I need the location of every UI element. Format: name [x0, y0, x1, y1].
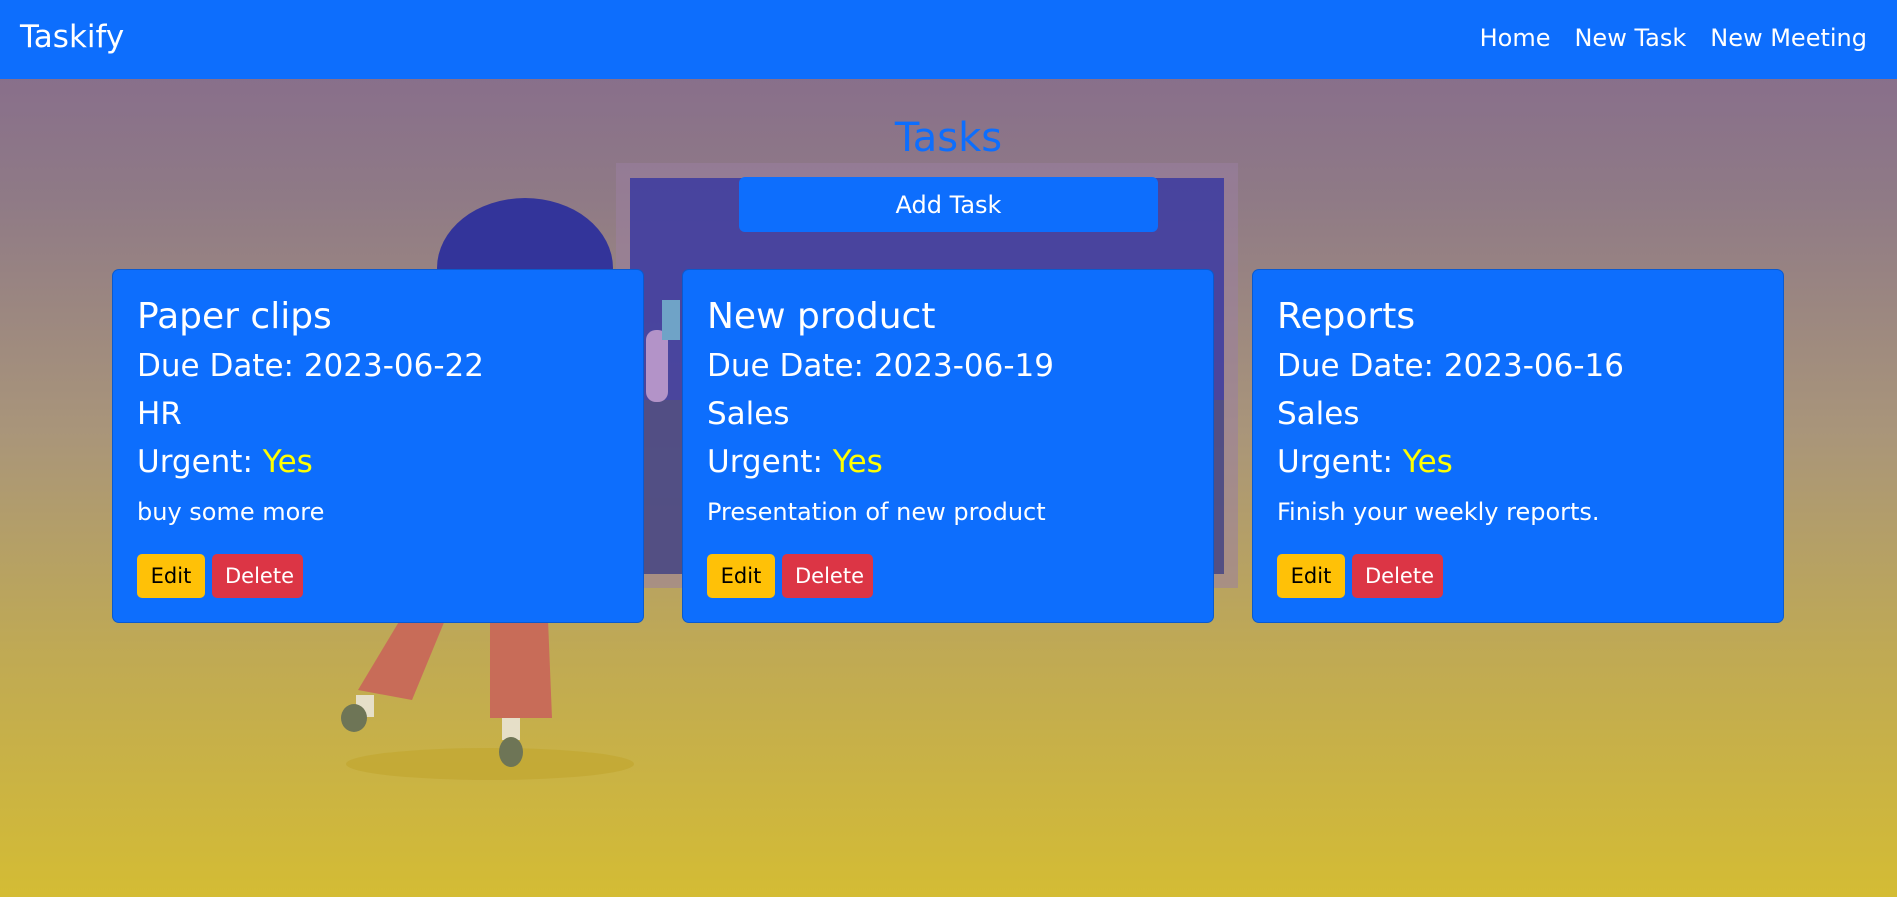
urgent-value: Yes	[832, 444, 883, 480]
task-description: Finish your weekly reports.	[1277, 498, 1600, 526]
edit-button[interactable]: Edit	[1277, 554, 1345, 598]
urgent-label: Urgent:	[1277, 444, 1393, 480]
task-description: buy some more	[137, 498, 325, 526]
delete-button[interactable]: Delete	[1352, 554, 1443, 598]
urgent-label: Urgent:	[137, 444, 253, 480]
nav-link-home[interactable]: Home	[1480, 24, 1551, 52]
urgent-label: Urgent:	[707, 444, 823, 480]
task-due-date: Due Date: 2023-06-16	[1277, 348, 1624, 384]
task-card: New product Due Date: 2023-06-19 Sales U…	[682, 269, 1214, 623]
nav-links: Home New Task New Meeting	[1480, 24, 1867, 52]
brand-logo-link[interactable]: Taskify	[20, 19, 124, 55]
task-description: Presentation of new product	[707, 498, 1046, 526]
task-card: Paper clips Due Date: 2023-06-22 HR Urge…	[112, 269, 644, 623]
task-department: Sales	[707, 396, 790, 432]
edit-button[interactable]: Edit	[707, 554, 775, 598]
delete-button[interactable]: Delete	[212, 554, 303, 598]
urgent-value: Yes	[1402, 444, 1453, 480]
delete-button[interactable]: Delete	[782, 554, 873, 598]
task-urgent: Urgent: Yes	[707, 444, 883, 480]
add-task-button[interactable]: Add Task	[739, 177, 1158, 232]
task-title: Reports	[1277, 296, 1416, 337]
task-title: New product	[707, 296, 936, 337]
task-urgent: Urgent: Yes	[1277, 444, 1453, 480]
task-department: HR	[137, 396, 182, 432]
task-urgent: Urgent: Yes	[137, 444, 313, 480]
task-card: Reports Due Date: 2023-06-16 Sales Urgen…	[1252, 269, 1784, 623]
urgent-value: Yes	[262, 444, 313, 480]
nav-link-new-meeting[interactable]: New Meeting	[1710, 24, 1867, 52]
task-department: Sales	[1277, 396, 1360, 432]
edit-button[interactable]: Edit	[137, 554, 205, 598]
task-due-date: Due Date: 2023-06-19	[707, 348, 1054, 384]
task-title: Paper clips	[137, 296, 332, 337]
navbar: Taskify Home New Task New Meeting	[0, 0, 1897, 79]
page-title: Tasks	[894, 115, 1003, 161]
task-due-date: Due Date: 2023-06-22	[137, 348, 484, 384]
nav-link-new-task[interactable]: New Task	[1574, 24, 1686, 52]
